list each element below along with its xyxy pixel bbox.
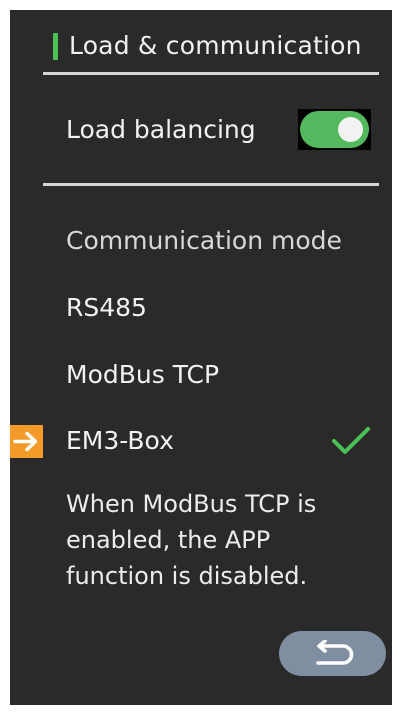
note-line: function is disabled. [66,562,308,590]
note-line: When ModBus TCP is [66,490,317,518]
title-accent-bar [53,33,58,60]
load-balancing-toggle[interactable] [300,111,369,148]
toggle-knob [338,117,363,142]
settings-screen: Load & communication Load balancing Comm… [10,10,392,705]
divider-middle [43,183,379,186]
return-arrow-icon [316,640,354,665]
page-title: Load & communication [69,31,362,60]
arrow-right-icon [10,425,43,458]
divider-top [43,72,379,75]
communication-mode-heading: Communication mode [66,226,342,255]
check-icon [330,425,372,457]
load-balancing-label: Load balancing [66,115,256,144]
modbus-note: When ModBus TCP is enabled, the APP func… [66,486,366,594]
back-button[interactable] [279,631,386,676]
option-rs485[interactable]: RS485 [66,292,147,324]
option-modbus-tcp[interactable]: ModBus TCP [66,359,219,391]
note-line: enabled, the APP [66,526,271,554]
option-em3-box[interactable]: EM3-Box [66,425,174,457]
